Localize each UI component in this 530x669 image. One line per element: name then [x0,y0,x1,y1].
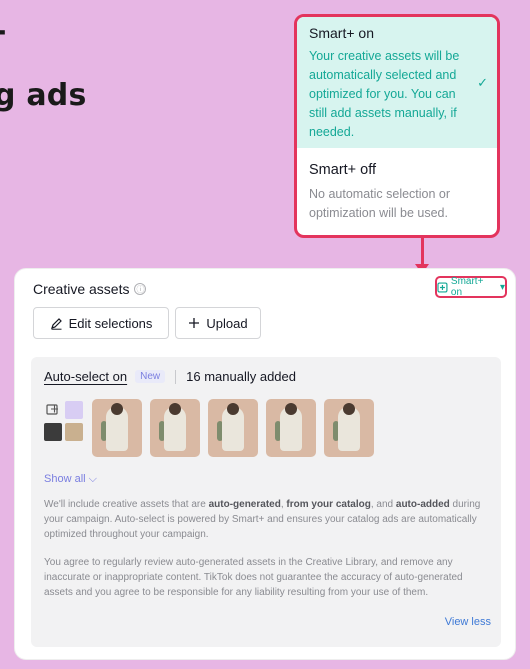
smart-plus-off-option[interactable]: Smart+ off No automatic selection or opt… [297,148,497,223]
info-text-bold: auto-added [395,499,450,510]
slide-heading-line1: - [0,14,7,49]
info-text-segment: We'll include creative assets that are [44,499,209,510]
edit-selections-button[interactable]: Edit selections [33,307,169,339]
assets-box: Auto-select on New 16 manually added Sho… [31,357,501,647]
info-icon[interactable]: ⓘ [134,283,147,295]
smart-plus-on-title: Smart+ on [309,25,374,41]
asset-thumbnail[interactable] [324,399,374,457]
check-icon: ✓ [477,75,488,90]
edit-selections-label: Edit selections [68,315,153,331]
info-text-bold: from your catalog [286,499,371,510]
creative-assets-header: Creative assets ⓘ [33,281,147,297]
smart-plus-on-description: Your creative assets will be automatical… [309,49,460,139]
tab-auto-select[interactable]: Auto-select on [44,369,127,384]
asset-mini-thumb [65,401,83,419]
info-text-segment: , and [370,499,396,510]
asset-mini-thumb [44,423,62,441]
catalog-icon [46,404,58,415]
creative-assets-panel: Creative assets ⓘ Smart+ on ▾ Edit selec… [14,268,516,660]
chevron-down-icon: ▾ [499,281,505,293]
plus-icon [189,318,200,328]
panel-title: Creative assets [33,281,130,297]
tab-divider [175,369,177,384]
asset-thumbnail[interactable] [150,399,200,457]
show-all-link[interactable]: Show all ⌵ [44,473,97,486]
catalog-mini-grid[interactable] [44,399,84,445]
terms-text: You agree to regularly review auto-gener… [44,557,463,598]
asset-thumbnail[interactable] [92,399,142,457]
smart-plus-icon [437,281,448,293]
smart-plus-off-title: Smart+ off [309,162,377,178]
upload-label: Upload [206,315,248,331]
new-badge: New [135,370,166,383]
info-text-bold: auto-generated [208,499,281,510]
smart-plus-toggle[interactable]: Smart+ on ▾ [435,276,507,298]
asset-thumbnails [44,399,374,457]
show-all-label: Show all [44,473,86,485]
smart-plus-off-description: No automatic selection or optimization w… [309,187,451,220]
upload-button[interactable]: Upload [175,307,261,339]
asset-thumbnail[interactable] [208,399,258,457]
auto-select-info-text: We'll include creative assets that are a… [44,497,492,542]
asset-thumbnail[interactable] [266,399,316,457]
asset-tabs: Auto-select on New 16 manually added [44,369,296,384]
smart-plus-on-option[interactable]: Smart+ on Your creative assets will be a… [297,17,497,148]
tab-manually-added[interactable]: 16 manually added [186,369,296,384]
chevron-down-icon: ⌵ [88,473,97,485]
smart-plus-toggle-label: Smart+ on [450,276,484,298]
view-less-link[interactable]: View less [445,616,491,628]
pencil-icon [50,317,62,330]
asset-mini-thumb [65,423,83,441]
slide-heading-line2: g ads [0,78,87,113]
smart-plus-dropdown: Smart+ on Your creative assets will be a… [294,14,500,238]
